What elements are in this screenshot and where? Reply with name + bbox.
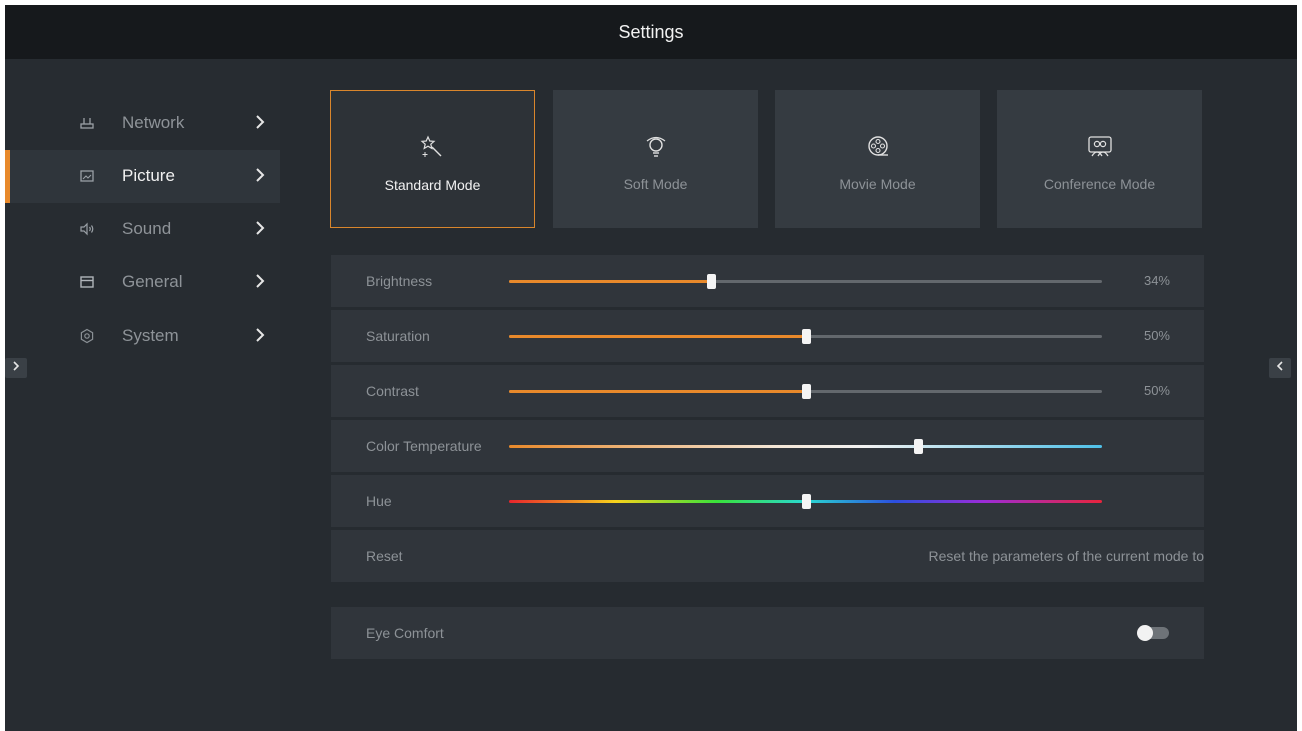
expand-left-button[interactable]	[5, 358, 27, 378]
brightness-slider[interactable]	[509, 274, 1102, 289]
window-icon	[79, 274, 95, 290]
saturation-slider-thumb[interactable]	[801, 329, 811, 344]
mode-label: Conference Mode	[1043, 176, 1156, 192]
contrast-label: Contrast	[366, 383, 419, 399]
brightness-value: 34%	[1143, 273, 1170, 288]
chevron-right-icon	[253, 112, 267, 132]
sidebar-item-label: System	[122, 326, 179, 345]
sidebar-item-system[interactable]: System	[5, 310, 280, 363]
magic-wand-icon	[331, 135, 534, 161]
hue-slider[interactable]	[509, 494, 1102, 509]
chevron-right-icon	[253, 165, 267, 185]
contrast-row: Contrast 50%	[331, 365, 1204, 417]
hue-label: Hue	[366, 493, 392, 509]
speaker-icon	[79, 221, 95, 237]
mode-label: Movie Mode	[839, 176, 916, 192]
sidebar-item-label: Picture	[122, 166, 175, 185]
picture-icon	[79, 168, 95, 184]
sidebar-item-label: Sound	[122, 219, 172, 238]
brightness-label: Brightness	[366, 273, 433, 289]
contrast-slider[interactable]	[509, 384, 1102, 399]
eye-comfort-label: Eye Comfort	[366, 625, 444, 641]
brightness-slider-thumb[interactable]	[706, 274, 716, 289]
title-bar: Settings	[5, 5, 1297, 59]
sidebar-item-general[interactable]: General	[5, 256, 280, 309]
brightness-row: Brightness 34%	[331, 255, 1204, 307]
reset-label: Reset	[366, 548, 403, 564]
sidebar-item-sound[interactable]: Sound	[5, 203, 280, 256]
sidebar-item-label: General	[122, 272, 183, 291]
settings-screen: Settings Network Picture Sound General S…	[5, 5, 1297, 731]
chevron-right-icon	[253, 271, 267, 291]
sidebar-item-network[interactable]: Network	[5, 97, 280, 150]
expand-right-button[interactable]	[1269, 358, 1291, 378]
sidebar-item-picture[interactable]: Picture	[5, 150, 280, 203]
chevron-left-icon	[1275, 359, 1285, 377]
reset-row[interactable]: Reset Reset the parameters of the curren…	[331, 530, 1204, 582]
mode-card-standard[interactable]: Standard Mode	[330, 90, 535, 228]
saturation-value: 50%	[1143, 328, 1170, 343]
mode-label: Soft Mode	[623, 176, 688, 192]
gear-icon	[79, 328, 95, 344]
page-title: Settings	[618, 22, 684, 42]
mode-card-conference[interactable]: Conference Mode	[997, 90, 1202, 228]
hue-row: Hue	[331, 475, 1204, 527]
hue-slider-thumb[interactable]	[801, 494, 811, 509]
saturation-row: Saturation 50%	[331, 310, 1204, 362]
saturation-label: Saturation	[366, 328, 430, 344]
toggle-knob	[1137, 625, 1153, 641]
color-temperature-row: Color Temperature	[331, 420, 1204, 472]
reset-description: Reset the parameters of the current mode…	[928, 548, 1204, 564]
film-reel-icon	[775, 134, 980, 160]
contrast-slider-thumb[interactable]	[801, 384, 811, 399]
chevron-right-icon	[253, 218, 267, 238]
mode-card-movie[interactable]: Movie Mode	[775, 90, 980, 228]
mode-label: Standard Mode	[384, 177, 481, 193]
eye-comfort-toggle[interactable]	[1137, 625, 1169, 641]
sidebar: Network Picture Sound General System	[5, 59, 280, 731]
sidebar-item-label: Network	[122, 113, 185, 132]
meeting-people-icon	[997, 134, 1202, 160]
color-temperature-label: Color Temperature	[366, 438, 482, 454]
lightbulb-icon	[553, 134, 758, 160]
color-temperature-slider[interactable]	[509, 439, 1102, 454]
color-temperature-slider-thumb[interactable]	[914, 439, 924, 454]
chevron-right-icon	[253, 325, 267, 345]
router-icon	[79, 115, 95, 131]
chevron-right-icon	[11, 359, 21, 377]
saturation-slider[interactable]	[509, 329, 1102, 344]
eye-comfort-row: Eye Comfort	[331, 607, 1204, 659]
mode-card-soft[interactable]: Soft Mode	[553, 90, 758, 228]
contrast-value: 50%	[1143, 383, 1170, 398]
active-indicator	[5, 150, 10, 203]
